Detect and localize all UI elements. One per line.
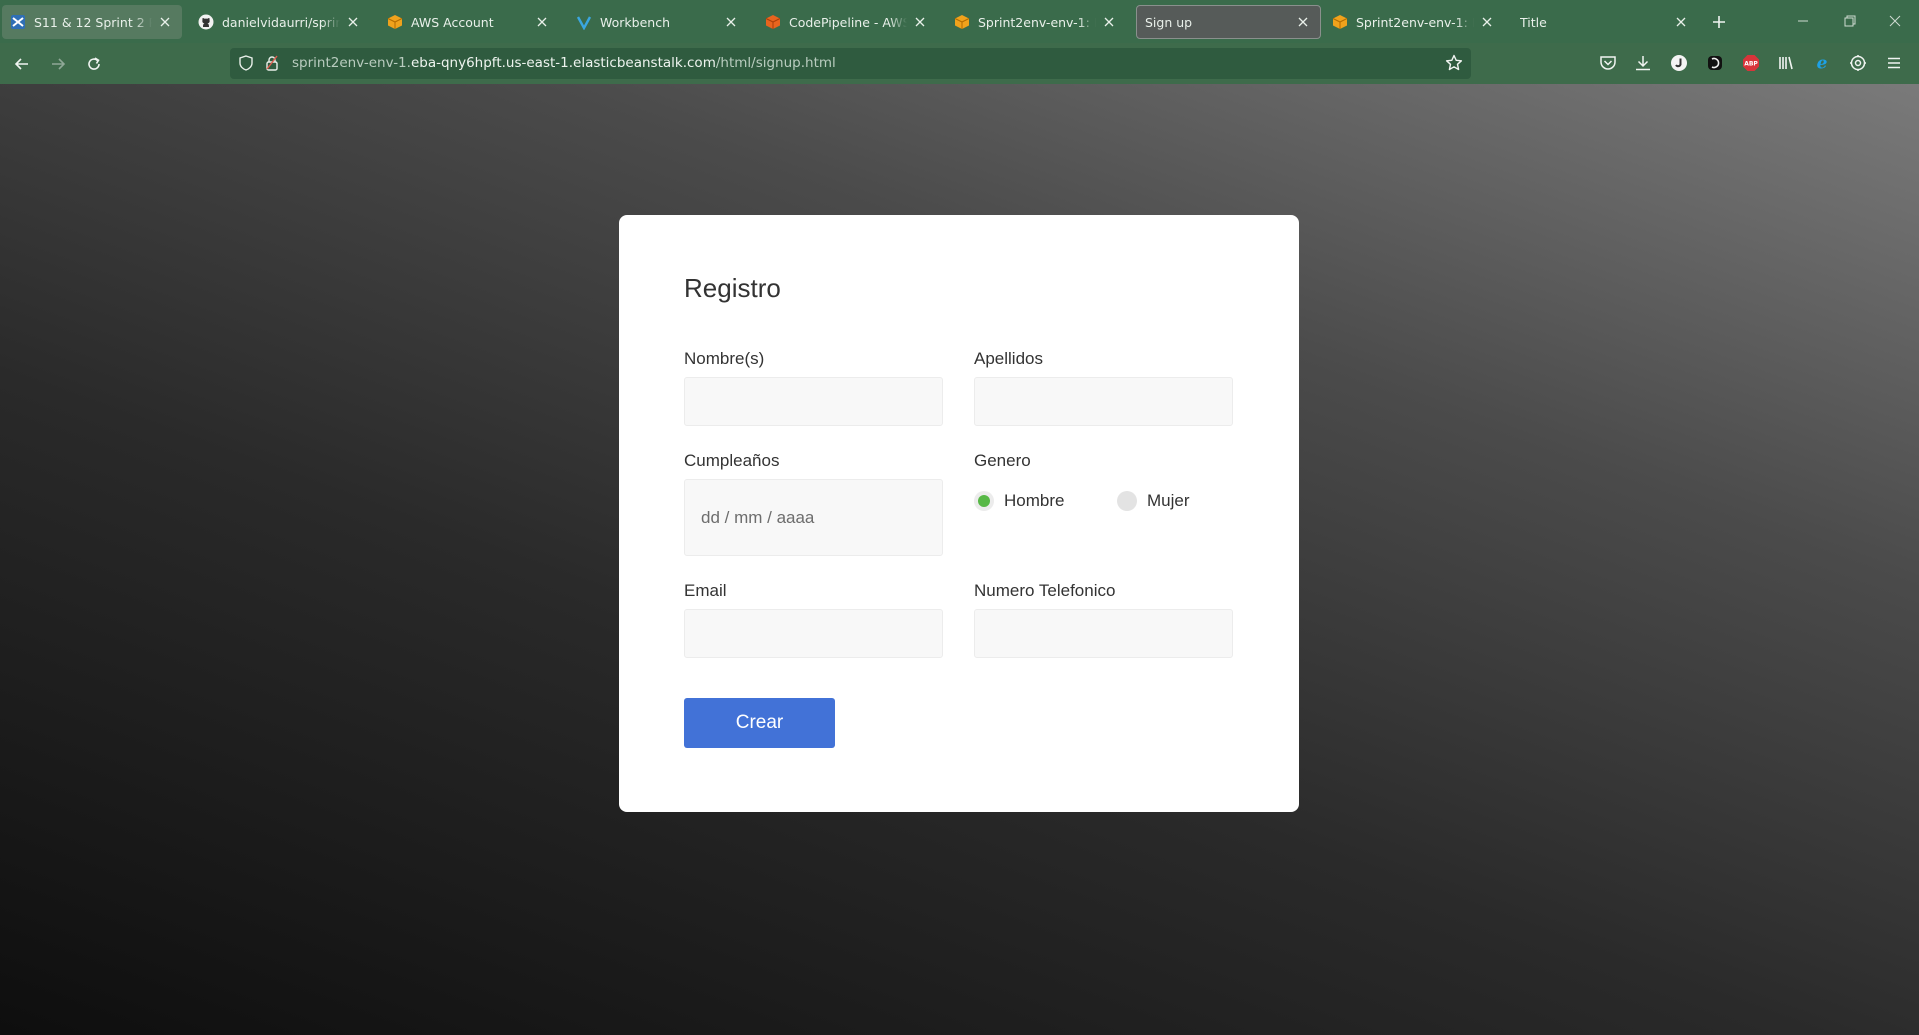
gender-option-hombre[interactable]: Hombre xyxy=(974,491,1064,511)
minimize-button[interactable] xyxy=(1789,8,1817,34)
extension-dark-reader-icon[interactable] xyxy=(1704,52,1726,74)
tab-codepipeline[interactable]: CodePipeline - AWS Dev xyxy=(757,5,937,39)
tab-label: Workbench xyxy=(600,14,670,30)
email-label: Email xyxy=(684,581,727,600)
url-host: eba-qny6hpft.us-east-1.elasticbeanstalk.… xyxy=(410,55,716,71)
tab-label: danielvidaurri/sprint02 xyxy=(222,14,340,30)
adblock-plus-icon[interactable]: ABP xyxy=(1740,52,1762,74)
tab-aws-account[interactable]: AWS Account xyxy=(379,5,559,39)
back-arrow-icon xyxy=(14,58,28,70)
close-icon[interactable] xyxy=(158,15,172,29)
back-button[interactable] xyxy=(8,51,36,77)
forward-arrow-icon xyxy=(52,58,66,70)
birthday-date-input[interactable]: dd / mm / aaaa xyxy=(684,479,943,556)
restore-button[interactable] xyxy=(1836,8,1864,34)
github-icon xyxy=(198,14,214,30)
close-icon[interactable] xyxy=(535,15,549,29)
lock-icon[interactable] xyxy=(264,55,280,71)
email-input[interactable] xyxy=(684,609,943,658)
tab-title[interactable]: Title xyxy=(1512,5,1698,39)
library-icon[interactable] xyxy=(1775,52,1797,74)
tab-sign-up[interactable]: Sign up xyxy=(1136,5,1321,39)
radio-selected-icon[interactable] xyxy=(974,491,994,511)
radio-unselected-icon[interactable] xyxy=(1117,491,1137,511)
minimize-icon xyxy=(1798,20,1808,22)
tab-beanstalk-panel-2[interactable]: Sprint2env-env-1: Panel xyxy=(1324,5,1504,39)
tab-sprint-board[interactable]: S11 & 12 Sprint 2 PaaS ( xyxy=(2,5,182,39)
birthday-label: Cumpleaños xyxy=(684,451,780,470)
close-icon[interactable] xyxy=(1674,15,1688,29)
hamburger-menu-icon[interactable] xyxy=(1883,52,1905,74)
phone-label: Numero Telefonico xyxy=(974,581,1116,600)
form-title: Registro xyxy=(684,273,781,303)
last-name-input[interactable] xyxy=(974,377,1233,426)
aws-box-icon xyxy=(954,14,970,30)
svg-text:e: e xyxy=(1817,54,1828,72)
tab-github[interactable]: danielvidaurri/sprint02 xyxy=(190,5,370,39)
close-icon[interactable] xyxy=(913,15,927,29)
close-icon[interactable] xyxy=(346,15,360,29)
page-content: Registro Nombre(s) Apellidos Cumpleaños … xyxy=(0,84,1919,1035)
tab-label: Sprint2env-env-1: Panel xyxy=(978,14,1096,30)
sprint-board-icon xyxy=(10,14,26,30)
close-icon xyxy=(1889,15,1901,27)
bookmark-star-icon[interactable] xyxy=(1445,54,1463,72)
new-tab-button[interactable] xyxy=(1707,10,1731,34)
pocket-icon[interactable] xyxy=(1597,52,1619,74)
gender-label: Genero xyxy=(974,451,1031,470)
url-path: /html/signup.html xyxy=(715,55,836,71)
tab-label: AWS Account xyxy=(411,14,494,30)
edge-ie-tab-icon[interactable]: e xyxy=(1811,52,1833,74)
tab-label: CodePipeline - AWS Dev xyxy=(789,14,907,30)
extension-settings-icon[interactable] xyxy=(1847,52,1869,74)
shield-icon[interactable] xyxy=(238,55,254,71)
svg-text:ABP: ABP xyxy=(1744,61,1758,68)
aws-box-icon xyxy=(1332,14,1348,30)
gender-option-label: Hombre xyxy=(1004,491,1065,510)
forward-button[interactable] xyxy=(44,51,72,77)
tab-workbench[interactable]: Workbench xyxy=(568,5,748,39)
reload-icon xyxy=(88,57,100,70)
url-prefix: sprint2env-env-1. xyxy=(292,55,411,71)
phone-input[interactable] xyxy=(974,609,1233,658)
tab-label: Sign up xyxy=(1145,14,1193,30)
reload-button[interactable] xyxy=(80,51,108,77)
restore-icon xyxy=(1844,15,1856,27)
last-name-label: Apellidos xyxy=(974,349,1043,368)
browser-window: S11 & 12 Sprint 2 PaaS ( danielvidaurri/… xyxy=(0,0,1919,1035)
extension-j-icon[interactable] xyxy=(1668,52,1690,74)
gender-option-label: Mujer xyxy=(1147,491,1190,510)
create-button[interactable]: Crear xyxy=(684,698,835,748)
gender-option-mujer[interactable]: Mujer xyxy=(1117,491,1190,511)
close-window-button[interactable] xyxy=(1881,8,1909,34)
close-icon[interactable] xyxy=(724,15,738,29)
codepipeline-icon xyxy=(765,14,781,30)
plus-icon xyxy=(1713,16,1725,28)
navigation-toolbar: sprint2env-env-1.eba-qny6hpft.us-east-1.… xyxy=(0,43,1919,84)
first-name-label: Nombre(s) xyxy=(684,349,765,368)
close-icon[interactable] xyxy=(1102,15,1116,29)
vocareum-icon xyxy=(576,14,592,30)
first-name-input[interactable] xyxy=(684,377,943,426)
close-icon[interactable] xyxy=(1296,15,1310,29)
aws-box-icon xyxy=(387,14,403,30)
close-icon[interactable] xyxy=(1480,15,1494,29)
tab-beanstalk-panel[interactable]: Sprint2env-env-1: Panel xyxy=(946,5,1126,39)
url-text[interactable]: sprint2env-env-1.eba-qny6hpft.us-east-1.… xyxy=(292,48,836,79)
url-bar[interactable]: sprint2env-env-1.eba-qny6hpft.us-east-1.… xyxy=(230,48,1471,79)
tab-label: S11 & 12 Sprint 2 PaaS ( xyxy=(34,14,152,30)
tab-label: Sprint2env-env-1: Panel xyxy=(1356,14,1474,30)
tab-strip: S11 & 12 Sprint 2 PaaS ( danielvidaurri/… xyxy=(0,0,1919,43)
tab-label: Title xyxy=(1520,14,1547,30)
signup-card: Registro Nombre(s) Apellidos Cumpleaños … xyxy=(619,215,1299,812)
download-icon[interactable] xyxy=(1632,52,1654,74)
